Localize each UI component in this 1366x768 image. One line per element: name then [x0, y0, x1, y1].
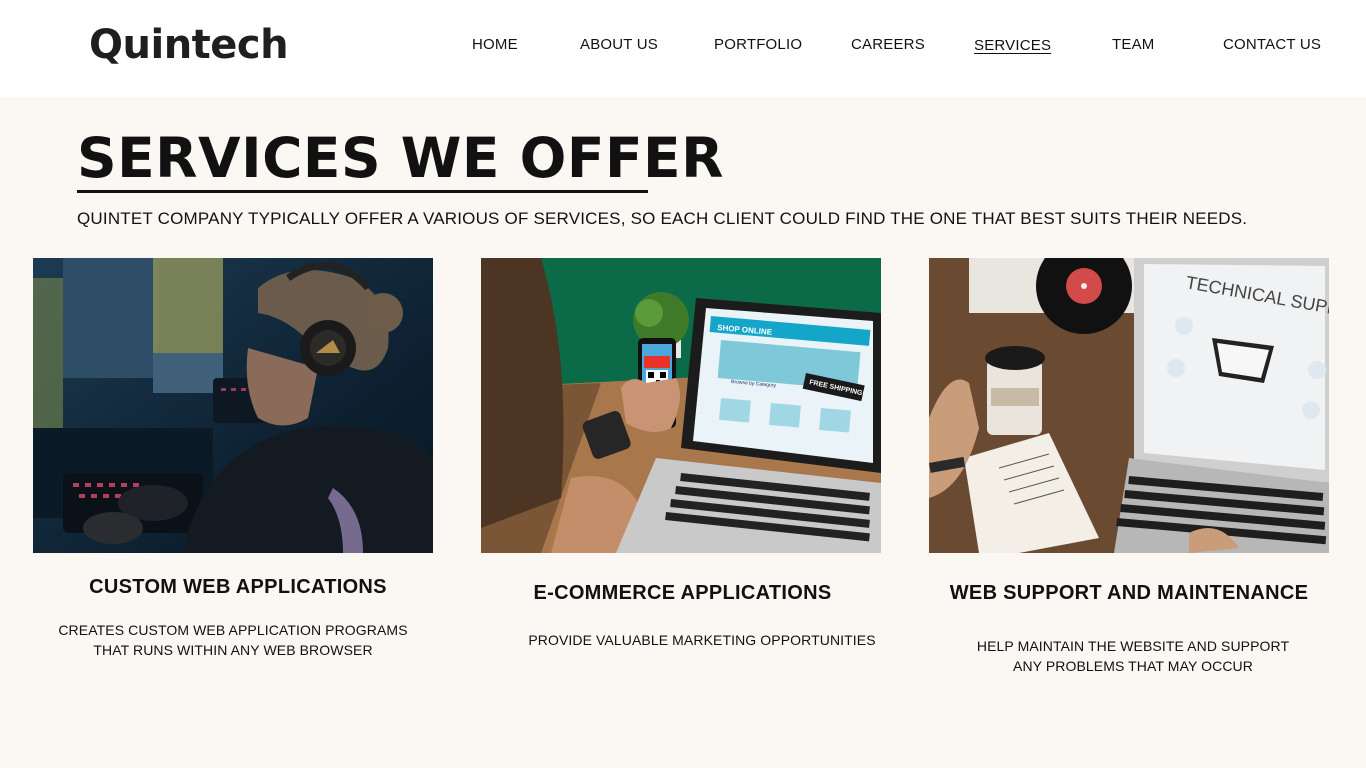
- service-title-web-support: WEB SUPPORT AND MAINTENANCE: [949, 582, 1309, 604]
- service-image-custom-web-apps: [33, 258, 433, 553]
- desc-line: HELP MAINTAIN THE WEBSITE AND SUPPORT: [976, 638, 1290, 654]
- title-underline: [77, 190, 648, 193]
- desc-line: ANY PROBLEMS THAT MAY OCCUR: [1013, 658, 1253, 674]
- nav-portfolio[interactable]: PORTFOLIO: [714, 36, 802, 53]
- service-title-custom-web-apps: CUSTOM WEB APPLICATIONS: [89, 576, 387, 598]
- service-desc-web-support: HELP MAINTAIN THE WEBSITE AND SUPPORT AN…: [929, 636, 1337, 676]
- nav-careers[interactable]: CAREERS: [851, 36, 925, 53]
- service-desc-custom-web-apps: CREATES CUSTOM WEB APPLICATION PROGRAMS …: [33, 620, 433, 660]
- top-navbar: Quintech HOME ABOUT US PORTFOLIO CAREERS…: [0, 0, 1366, 97]
- nav-home[interactable]: HOME: [472, 36, 518, 53]
- desc-line: PROVIDE VALUABLE MARKETING OPPORTUNITIES: [528, 632, 876, 648]
- page-title: SERVICES WE OFFER: [77, 126, 724, 190]
- service-title-ecommerce: E-COMMERCE APPLICATIONS: [533, 582, 832, 604]
- brand-logo[interactable]: Quintech: [89, 22, 289, 68]
- nav-about-us[interactable]: ABOUT US: [580, 36, 658, 53]
- page-subtitle: QUINTET COMPANY TYPICALLY OFFER A VARIOU…: [77, 209, 1248, 228]
- desc-line: THAT RUNS WITHIN ANY WEB BROWSER: [93, 642, 373, 658]
- service-image-web-support: TECHNICAL SUPPORT: [929, 258, 1329, 553]
- desc-line: CREATES CUSTOM WEB APPLICATION PROGRAMS: [58, 622, 408, 638]
- nav-contact-us[interactable]: CONTACT US: [1223, 36, 1321, 53]
- nav-services[interactable]: SERVICES: [974, 37, 1051, 54]
- nav-team[interactable]: TEAM: [1112, 36, 1154, 53]
- service-desc-ecommerce: PROVIDE VALUABLE MARKETING OPPORTUNITIES: [481, 630, 923, 650]
- service-image-ecommerce: SHOP ONLINE FREE SHIPPING! Browse by Cat…: [481, 258, 881, 553]
